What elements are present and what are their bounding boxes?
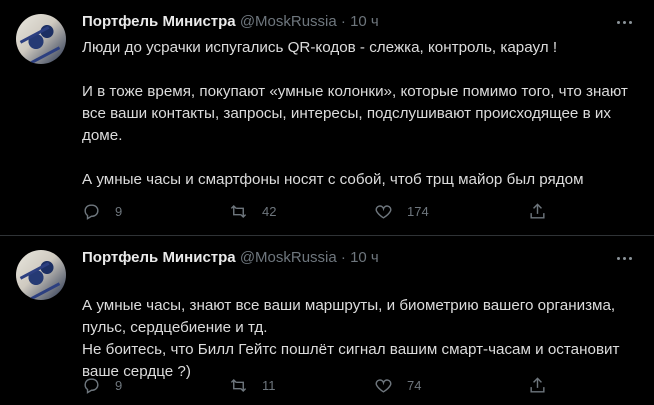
retweet-icon [230,204,247,219]
reply-button[interactable]: 9 [82,202,122,221]
like-button[interactable]: 174 [374,202,429,221]
reply-icon [84,204,99,220]
timestamp[interactable]: 10 ч [350,249,379,266]
reply-icon [84,378,99,394]
retweet-count: 42 [262,204,277,219]
action-bar: 9 11 74 [82,376,552,400]
reply-button[interactable]: 9 [82,376,122,395]
like-count: 74 [407,378,422,393]
tweet-paragraph: А умные часы, знают все ваши маршруты, и… [82,297,620,380]
tweet[interactable]: Портфель Министра @MoskRussia · 10 ч Люд… [0,0,654,236]
tweet-paragraph: И в тоже время, покупают «умные колонки»… [82,83,628,144]
retweet-count: 11 [262,378,276,393]
retweet-icon [230,378,247,393]
tweet-header: Портфель Министра @MoskRussia · 10 ч [82,13,634,35]
action-bar: 9 42 174 [82,202,552,226]
author-handle[interactable]: @MoskRussia [240,249,337,266]
separator-dot: · [340,249,346,266]
more-button[interactable] [612,248,636,268]
share-icon [530,377,545,393]
separator-dot: · [340,13,346,30]
heart-icon [375,205,392,219]
like-count: 174 [407,204,429,219]
more-dots-icon [616,20,632,24]
avatar[interactable] [16,14,66,64]
reply-count: 9 [115,378,123,393]
heart-icon [375,379,392,393]
retweet-button[interactable]: 42 [229,202,276,221]
tweet-paragraph: Люди до усрачки испугались QR-кодов - сл… [82,39,558,56]
more-button[interactable] [612,12,636,32]
timestamp[interactable]: 10 ч [350,13,379,30]
tweet-text: Люди до усрачки испугались QR-кодов - сл… [82,37,636,191]
retweet-button[interactable]: 11 [229,376,276,395]
tweet-paragraph: А умные часы и смартфоны носят с собой, … [82,171,584,188]
tweet[interactable]: Портфель Министра @MoskRussia · 10 ч А у… [0,236,654,401]
share-icon [530,203,545,219]
tweet-header: Портфель Министра @MoskRussia · 10 ч [82,249,634,271]
author-handle[interactable]: @MoskRussia [240,13,337,30]
share-button[interactable] [528,376,561,395]
share-button[interactable] [528,202,561,221]
more-dots-icon [616,256,632,260]
reply-count: 9 [115,204,123,219]
author-name[interactable]: Портфель Министра [82,13,236,30]
avatar[interactable] [16,250,66,300]
author-name[interactable]: Портфель Министра [82,249,236,266]
like-button[interactable]: 74 [374,376,421,395]
